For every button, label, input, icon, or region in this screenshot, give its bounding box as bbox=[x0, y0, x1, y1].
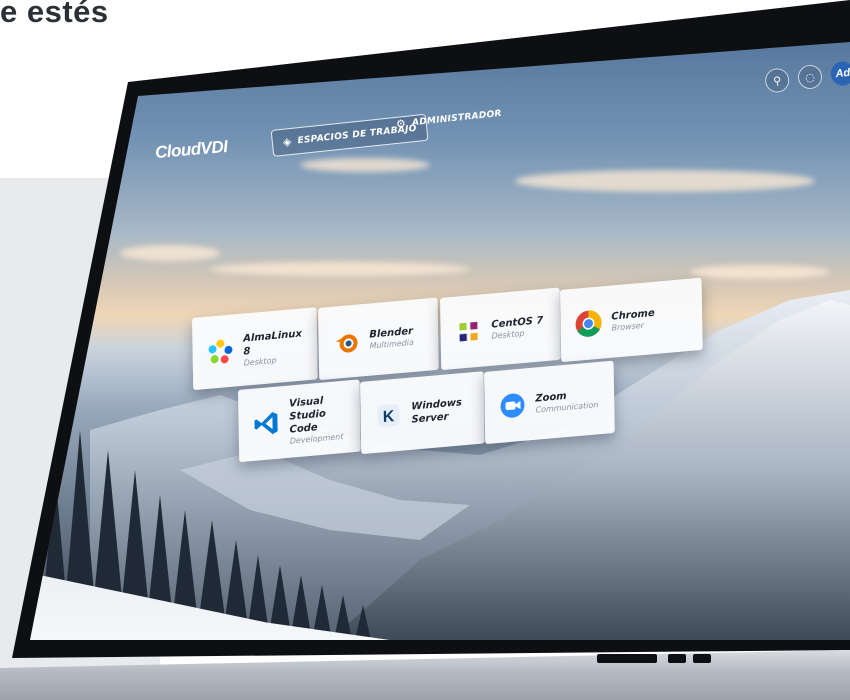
windows-server-icon: K bbox=[374, 400, 402, 431]
blender-icon bbox=[332, 326, 360, 357]
gear-icon: ⚙ bbox=[395, 116, 407, 131]
layers-icon: ◈ bbox=[282, 134, 293, 149]
svg-text:K: K bbox=[383, 408, 395, 426]
laptop-mockup: CloudVDI ◈ ESPACIOS DE TRABAJO ⚙ ADMINIS… bbox=[0, 0, 850, 700]
workspace-card-zoom[interactable]: Zoom Communication bbox=[484, 360, 615, 445]
workspace-name: Windows Server bbox=[411, 397, 463, 426]
speaker-grille bbox=[668, 654, 686, 663]
workspace-name: Visual Studio Code bbox=[289, 395, 326, 436]
chrome-icon bbox=[574, 308, 602, 339]
workspace-card-almalinux[interactable]: AlmaLinux 8 Desktop bbox=[192, 307, 318, 391]
settings-button[interactable]: ◌ bbox=[796, 63, 824, 91]
speaker-grille bbox=[693, 654, 711, 663]
workspace-card-chrome[interactable]: Chrome Browser bbox=[560, 277, 703, 363]
search-button[interactable]: ⚲ bbox=[763, 67, 791, 94]
settings-icon: ◌ bbox=[804, 70, 816, 84]
zoom-icon bbox=[498, 390, 526, 421]
workspace-card-windows-server[interactable]: K Windows Server bbox=[360, 371, 485, 455]
almalinux-icon bbox=[206, 336, 234, 367]
centos-icon bbox=[454, 316, 482, 347]
workspace-card-vscode[interactable]: Visual Studio Code Development bbox=[238, 379, 361, 463]
workspace-card-centos[interactable]: CentOS 7 Desktop bbox=[440, 287, 561, 371]
workspace-card-blender[interactable]: Blender Multimedia bbox=[318, 297, 439, 381]
speaker-grille bbox=[597, 654, 657, 663]
vscode-icon bbox=[252, 408, 280, 439]
laptop-base bbox=[0, 650, 850, 700]
user-avatar[interactable]: Ad bbox=[829, 60, 850, 87]
search-icon: ⚲ bbox=[772, 73, 782, 88]
